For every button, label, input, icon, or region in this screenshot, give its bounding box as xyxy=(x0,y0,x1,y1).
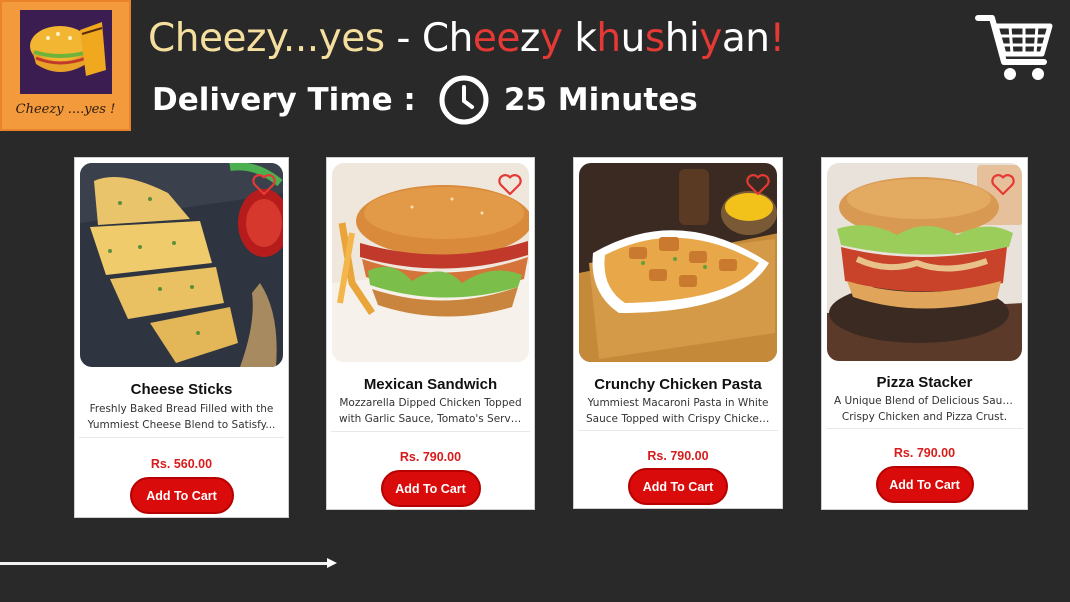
delivery-value: 25 Minutes xyxy=(503,82,698,118)
divider xyxy=(826,428,1023,429)
add-to-cart-button[interactable]: Add To Cart xyxy=(875,466,974,503)
headline-letter: y xyxy=(539,16,563,61)
product-price: Rs. 560.00 xyxy=(150,457,213,471)
add-to-cart-button[interactable]: Add To Cart xyxy=(129,477,234,514)
heart-icon[interactable] xyxy=(497,173,523,197)
product-card[interactable]: Cheese Sticks Freshly Baked Bread Filled… xyxy=(74,157,289,518)
divider xyxy=(578,430,778,431)
description-line: Crispy Chicken and Pizza Crust. xyxy=(841,411,1008,423)
product-card[interactable]: Pizza Stacker A Unique Blend of Deliciou… xyxy=(821,157,1028,510)
headline-letter: ! xyxy=(769,16,785,61)
product-price: Rs. 790.00 xyxy=(399,450,462,464)
product-name: Crunchy Chicken Pasta xyxy=(594,376,762,393)
description-line: Yummiest Macaroni Pasta in White xyxy=(587,397,769,409)
product-image[interactable] xyxy=(80,163,283,367)
description-line: Sauce Topped with Crispy Chicken &... xyxy=(586,413,770,425)
delivery-time: Delivery Time : 25 Minutes xyxy=(152,74,698,126)
divider xyxy=(79,437,284,438)
headline-letter: s xyxy=(644,16,665,61)
product-name: Cheese Sticks xyxy=(130,381,233,398)
headline-letter: h xyxy=(664,16,690,61)
heart-icon[interactable] xyxy=(745,173,771,197)
delivery-label: Delivery Time : xyxy=(152,82,416,118)
product-image[interactable] xyxy=(332,163,529,362)
headline-letter: z xyxy=(519,16,540,61)
headline-letter: k xyxy=(574,16,597,61)
description-line: Mozzarella Dipped Chicken Topped xyxy=(339,397,522,409)
logo-burger-illustration xyxy=(20,10,112,94)
heart-icon[interactable] xyxy=(251,173,277,197)
product-name: Mexican Sandwich xyxy=(363,376,498,393)
product-name: Pizza Stacker xyxy=(876,374,973,391)
product-price: Rs. 790.00 xyxy=(893,446,956,460)
description-line: Freshly Baked Bread Filled with the xyxy=(89,403,274,415)
product-description: A Unique Blend of Delicious Sauce, Crisp… xyxy=(834,393,1015,425)
headline-letter: h xyxy=(596,16,621,61)
headline-letter: n xyxy=(745,16,770,61)
heart-icon[interactable] xyxy=(990,173,1016,197)
product-image[interactable] xyxy=(579,163,777,362)
product-price: Rs. 790.00 xyxy=(647,449,709,463)
add-to-cart-button[interactable]: Add To Cart xyxy=(628,468,728,505)
description-line: with Garlic Sauce, Tomato's Served in... xyxy=(339,413,522,425)
product-image[interactable] xyxy=(827,163,1022,361)
headline-letter: i xyxy=(688,16,700,61)
headline-dash: - xyxy=(384,16,422,61)
headline: Cheezy...yes - Cheezy khushiyan! xyxy=(148,16,785,61)
product-description: Yummiest Macaroni Pasta in White Sauce T… xyxy=(586,395,770,427)
product-description: Mozzarella Dipped Chicken Topped with Ga… xyxy=(339,395,522,427)
divider xyxy=(331,431,530,432)
slider-handle[interactable] xyxy=(326,557,338,569)
product-description: Freshly Baked Bread Filled with the Yumm… xyxy=(87,401,276,433)
clock-icon xyxy=(439,75,489,125)
product-card[interactable]: Mexican Sandwich Mozzarella Dipped Chick… xyxy=(326,157,535,510)
description-line: Yummiest Cheese Blend to Satisfy... xyxy=(87,419,276,431)
headline-letter xyxy=(562,16,574,61)
description-line: A Unique Blend of Delicious Sauce, xyxy=(834,395,1015,407)
headline-letter: y xyxy=(699,16,722,61)
product-card[interactable]: Crunchy Chicken Pasta Yummiest Macaroni … xyxy=(573,157,783,509)
headline-letter: C xyxy=(421,16,449,61)
headline-letter: u xyxy=(620,16,646,61)
headline-letter: h xyxy=(448,16,474,61)
add-to-cart-button[interactable]: Add To Cart xyxy=(380,470,481,507)
brand-logo[interactable]: Cheezy ....yes ! xyxy=(0,0,131,131)
headline-part1: Cheezy...yes xyxy=(148,16,385,61)
logo-tagline: Cheezy ....yes ! xyxy=(15,102,116,117)
progress-slider-track[interactable] xyxy=(0,562,330,565)
headline-letter: e xyxy=(472,16,497,61)
headline-letter: e xyxy=(496,16,520,61)
headline-letter: a xyxy=(721,16,746,61)
cart-icon[interactable] xyxy=(974,8,1054,84)
